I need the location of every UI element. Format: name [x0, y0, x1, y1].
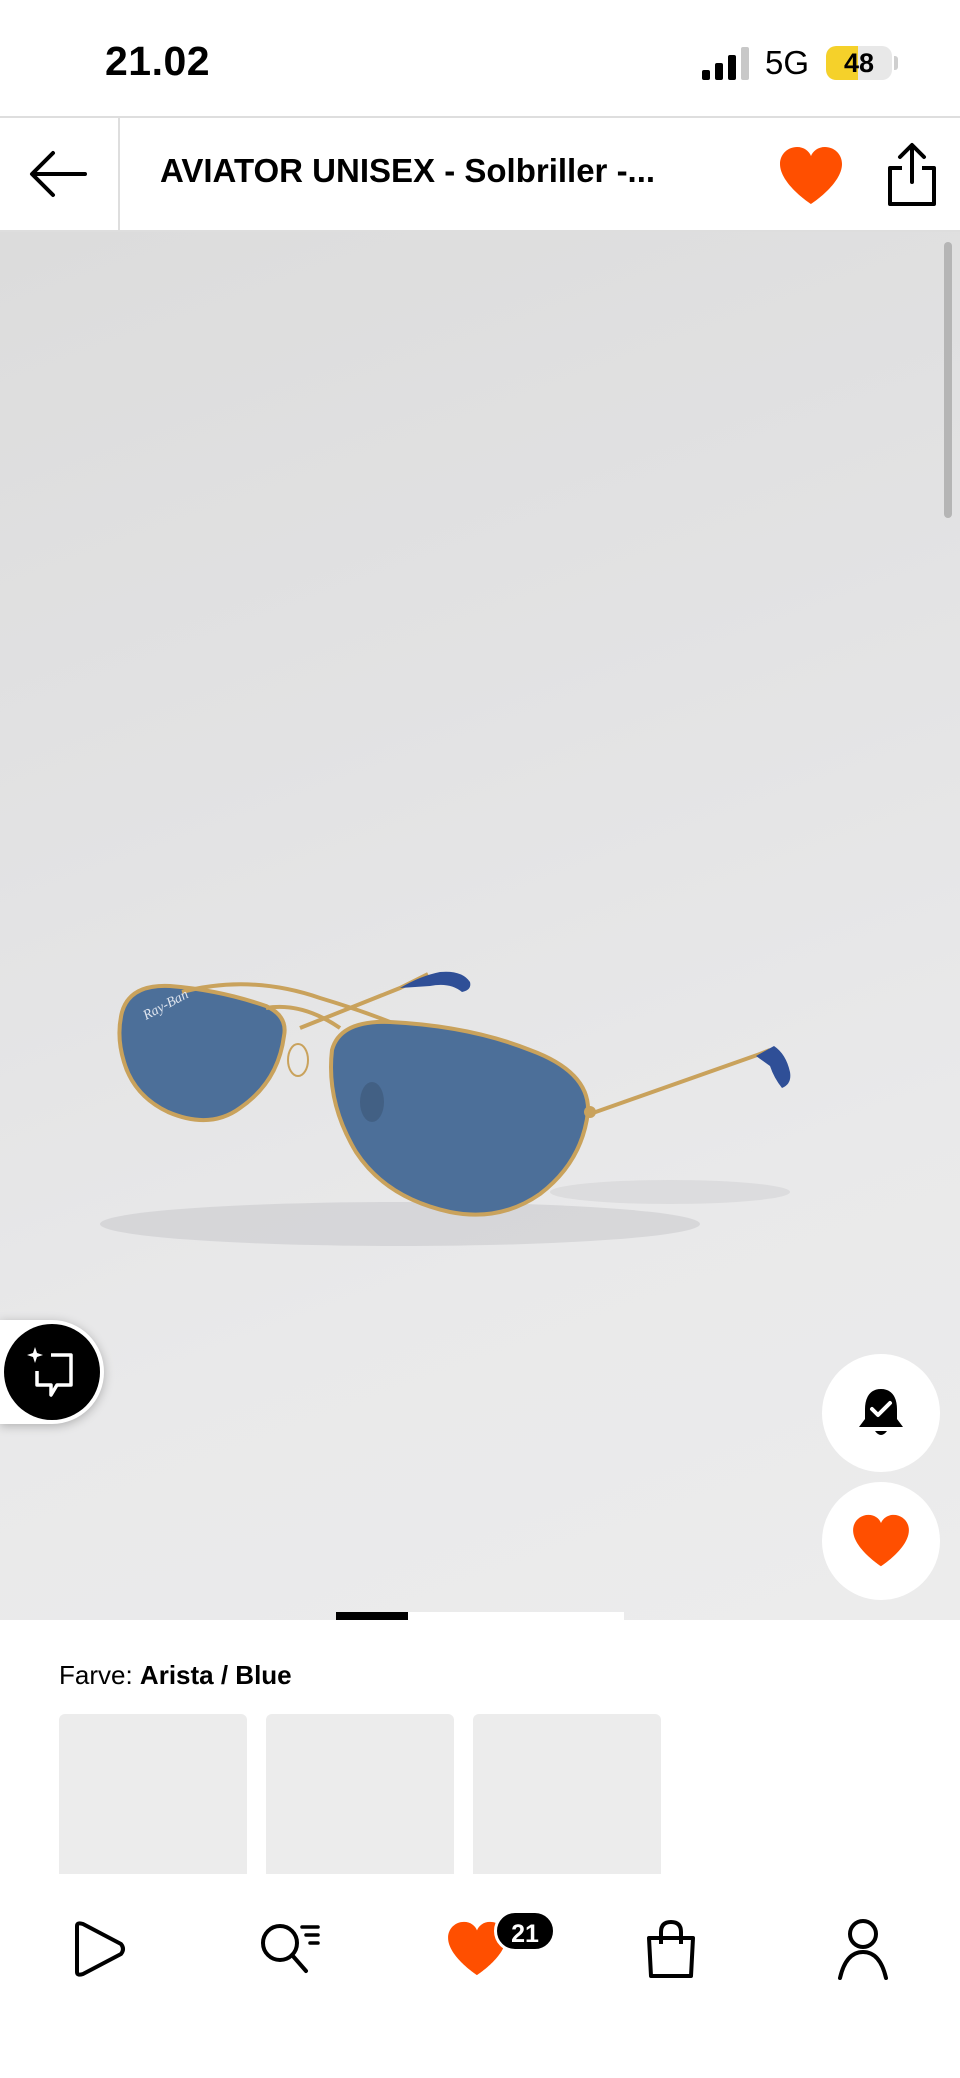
ai-assistant-button[interactable]: [0, 1320, 104, 1424]
heart-icon: [853, 1514, 909, 1567]
nav-profile[interactable]: [818, 1904, 908, 1994]
heart-icon[interactable]: [778, 146, 844, 206]
nav-search[interactable]: [244, 1904, 334, 1994]
color-swatch-1[interactable]: [59, 1714, 247, 1900]
status-bar: 21.02 5G 48: [0, 0, 960, 116]
profile-icon: [838, 1919, 888, 1980]
product-image: Ray-Ban: [100, 971, 791, 1246]
bag-icon: [647, 1919, 695, 1978]
nav-bag[interactable]: [626, 1904, 716, 1994]
share-icon[interactable]: [882, 142, 942, 208]
battery-icon: 48: [826, 46, 892, 80]
status-time: 21.02: [105, 38, 211, 84]
search-icon: [261, 1924, 320, 1973]
color-swatch-3[interactable]: [473, 1714, 661, 1900]
signal-icon: [702, 47, 749, 80]
network-type: 5G: [765, 44, 810, 81]
battery-nub: [894, 56, 898, 70]
stock-alert-button[interactable]: [822, 1354, 940, 1472]
pager-active-segment: [336, 1612, 408, 1620]
add-to-wishlist-button[interactable]: [822, 1482, 940, 1600]
color-label-text: Farve:: [59, 1660, 133, 1690]
battery-percent: 48: [843, 48, 875, 78]
product-image-gallery[interactable]: Ray-Ban: [0, 232, 960, 1620]
back-button[interactable]: [0, 118, 120, 230]
sparkle-chat-icon: [27, 1347, 73, 1397]
home-icon: [75, 1921, 125, 1977]
color-label: Farve: Arista / Blue: [59, 1660, 292, 1691]
nav-home[interactable]: [52, 1904, 142, 1994]
product-title: AVIATOR UNISEX - Solbriller -...: [160, 152, 656, 189]
scrollbar[interactable]: [944, 242, 952, 518]
ai-assistant-inner: [4, 1324, 100, 1420]
top-header: AVIATOR UNISEX - Solbriller -...: [0, 116, 960, 232]
bell-check-icon: [859, 1389, 903, 1435]
color-swatch-2[interactable]: [266, 1714, 454, 1900]
arrow-left-icon: [30, 151, 87, 197]
image-pager: [336, 1612, 624, 1620]
color-value: Arista / Blue: [139, 1660, 292, 1690]
bottom-navigation: 21: [0, 1874, 960, 2078]
wishlist-count-badge: 21: [494, 1910, 556, 1952]
